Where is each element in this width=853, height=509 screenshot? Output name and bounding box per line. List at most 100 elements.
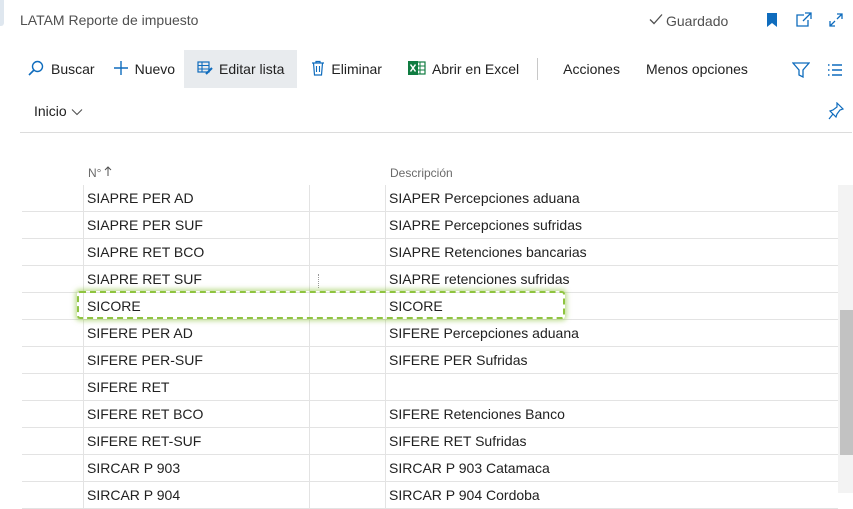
less-options-button[interactable]: Menos opciones	[633, 50, 761, 88]
cell-description[interactable]: SIAPER Percepciones aduana	[385, 185, 838, 211]
cell-no[interactable]: SIFERE PER AD	[83, 320, 309, 346]
table-row-highlighted[interactable]: SICORE SICORE	[22, 293, 838, 320]
expand-icon[interactable]	[826, 10, 846, 30]
column-header-no[interactable]: N°	[88, 166, 112, 180]
table-row[interactable]: SIFERE PER AD SIFERE Percepciones aduana	[22, 320, 838, 347]
cell-description[interactable]: SIAPRE Percepciones sufridas	[385, 212, 838, 238]
table-row[interactable]: SIAPRE RET BCO SIAPRE Retenciones bancar…	[22, 239, 838, 266]
row-selector[interactable]	[22, 347, 83, 373]
cell-no[interactable]: SIAPRE PER AD	[83, 185, 309, 211]
checkmark-icon	[648, 12, 664, 29]
cell-no[interactable]: SIRCAR P 903	[83, 455, 309, 481]
edit-list-label: Editar lista	[219, 61, 285, 77]
edit-list-icon	[197, 60, 213, 79]
scrollbar-thumb[interactable]	[840, 310, 853, 455]
row-selector[interactable]	[22, 482, 83, 508]
delete-label: Eliminar	[331, 61, 382, 77]
table-row[interactable]: SIAPRE RET SUF SIAPRE retenciones sufrid…	[22, 266, 838, 293]
data-grid: SIAPRE PER AD SIAPER Percepciones aduana…	[22, 185, 838, 509]
row-selector[interactable]	[22, 401, 83, 427]
action-toolbar: Buscar Nuevo Editar lista Eliminar Abrir…	[18, 50, 761, 88]
cell-empty	[309, 401, 385, 427]
cell-description[interactable]: SIFERE Retenciones Banco	[385, 401, 838, 427]
row-selector[interactable]	[22, 320, 83, 346]
row-selector[interactable]	[22, 266, 83, 292]
search-icon	[27, 59, 45, 80]
cell-no[interactable]: SIAPRE PER SUF	[83, 212, 309, 238]
cell-empty	[309, 347, 385, 373]
table-row[interactable]: SIFERE RET	[22, 374, 838, 401]
table-row[interactable]: SIRCAR P 904 SIRCAR P 904 Cordoba	[22, 482, 838, 509]
row-selector[interactable]	[22, 185, 83, 211]
left-edge-marker	[0, 0, 4, 26]
table-row[interactable]: SIFERE PER-SUF SIFERE PER Sufridas	[22, 347, 838, 374]
cell-empty	[309, 428, 385, 454]
cell-empty	[309, 212, 385, 238]
row-selector[interactable]	[22, 239, 83, 265]
cell-no[interactable]: SIRCAR P 904	[83, 482, 309, 508]
saved-status: Guardado	[648, 12, 728, 29]
cell-description[interactable]: SIRCAR P 903 Catamaca	[385, 455, 838, 481]
cell-description[interactable]	[385, 374, 838, 400]
new-button[interactable]: Nuevo	[104, 50, 184, 88]
cell-no[interactable]: SIFERE PER-SUF	[83, 347, 309, 373]
table-row[interactable]: SIAPRE PER AD SIAPER Percepciones aduana	[22, 185, 838, 212]
row-selector[interactable]	[22, 293, 83, 319]
saved-label: Guardado	[666, 12, 729, 29]
cell-empty	[309, 239, 385, 265]
table-row[interactable]: SIFERE RET BCO SIFERE Retenciones Banco	[22, 401, 838, 428]
chevron-down-icon	[71, 103, 83, 119]
home-label: Inicio	[34, 103, 67, 119]
cell-no[interactable]: SIAPRE RET BCO	[83, 239, 309, 265]
filter-icon[interactable]	[791, 60, 811, 80]
cell-description[interactable]: SIFERE Percepciones aduana	[385, 320, 838, 346]
cell-description[interactable]: SIFERE RET Sufridas	[385, 428, 838, 454]
sort-ascending-icon	[104, 166, 112, 180]
delete-button[interactable]: Eliminar	[297, 50, 392, 88]
open-in-excel-button[interactable]: Abrir en Excel	[392, 50, 529, 88]
column-header-no-label: N°	[88, 166, 102, 180]
column-resize-marker[interactable]	[318, 274, 320, 288]
cell-empty	[309, 266, 385, 292]
row-selector[interactable]	[22, 428, 83, 454]
header-divider	[20, 132, 852, 133]
cell-no[interactable]: SIAPRE RET SUF	[83, 266, 309, 292]
actions-menu[interactable]: Acciones	[550, 50, 633, 88]
row-selector[interactable]	[22, 455, 83, 481]
table-row[interactable]: SIAPRE PER SUF SIAPRE Percepciones sufri…	[22, 212, 838, 239]
cell-no[interactable]: SIFERE RET	[83, 374, 309, 400]
cell-empty	[309, 374, 385, 400]
search-button[interactable]: Buscar	[18, 50, 104, 88]
pin-icon[interactable]	[826, 101, 846, 121]
page-title: LATAM Reporte de impuesto	[20, 12, 199, 28]
home-menu[interactable]: Inicio	[34, 103, 83, 119]
cell-empty	[309, 482, 385, 508]
cell-empty	[309, 320, 385, 346]
new-label: Nuevo	[134, 61, 176, 77]
cell-description[interactable]: SIRCAR P 904 Cordoba	[385, 482, 838, 508]
cell-no[interactable]: SIFERE RET-SUF	[83, 428, 309, 454]
cell-description[interactable]: SIAPRE retenciones sufridas	[385, 266, 838, 292]
table-row[interactable]: SIFERE RET-SUF SIFERE RET Sufridas	[22, 428, 838, 455]
cell-no[interactable]: SIFERE RET BCO	[83, 401, 309, 427]
search-label: Buscar	[51, 61, 95, 77]
plus-icon	[113, 60, 129, 79]
row-selector[interactable]	[22, 374, 83, 400]
open-in-excel-label: Abrir en Excel	[431, 61, 520, 77]
cell-empty	[309, 455, 385, 481]
cell-description[interactable]: SIAPRE Retenciones bancarias	[385, 239, 838, 265]
cell-description[interactable]: SIFERE PER Sufridas	[385, 347, 838, 373]
trash-icon	[311, 60, 325, 79]
toolbar-divider	[537, 58, 539, 80]
list-view-icon[interactable]	[825, 60, 845, 80]
bookmark-icon[interactable]	[762, 10, 782, 30]
edit-list-button[interactable]: Editar lista	[184, 50, 298, 88]
row-selector[interactable]	[22, 212, 83, 238]
table-row[interactable]: SIRCAR P 903 SIRCAR P 903 Catamaca	[22, 455, 838, 482]
column-header-description[interactable]: Descripción	[390, 166, 453, 180]
excel-icon	[407, 60, 426, 79]
open-new-window-icon[interactable]	[794, 10, 814, 30]
cell-empty	[309, 293, 385, 319]
cell-no[interactable]: SICORE	[83, 293, 309, 319]
cell-description[interactable]: SICORE	[385, 293, 838, 319]
